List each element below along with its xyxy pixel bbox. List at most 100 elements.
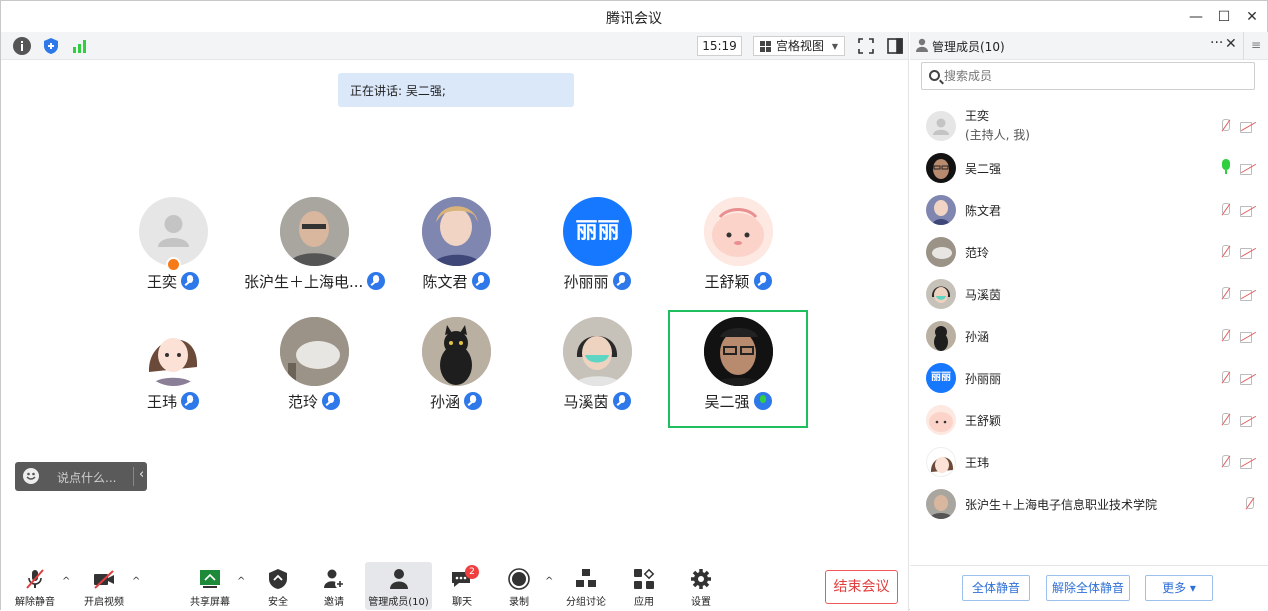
more-button[interactable]: 更多 ▾ bbox=[1145, 575, 1213, 601]
camera-off-icon[interactable] bbox=[1240, 247, 1256, 259]
chevron-up-icon[interactable]: ^ bbox=[237, 576, 245, 587]
quick-chat-box[interactable]: 说点什么... ‹ bbox=[15, 462, 147, 491]
unmute-button[interactable]: 解除静音 bbox=[9, 562, 61, 610]
fullscreen-icon[interactable] bbox=[857, 37, 875, 55]
mic-muted-icon bbox=[181, 272, 199, 290]
mic-off-icon[interactable] bbox=[1243, 497, 1255, 512]
camera-off-icon[interactable] bbox=[1240, 331, 1256, 343]
avatar bbox=[139, 197, 208, 266]
participant-tile[interactable]: 马溪茵 bbox=[527, 317, 667, 437]
start-video-button[interactable]: 开启视频 bbox=[81, 562, 127, 610]
participant-tile[interactable]: 王舒颖 bbox=[668, 197, 808, 317]
participant-tile[interactable]: 王玮 bbox=[103, 317, 243, 437]
member-row[interactable]: 张沪生＋上海电子信息职业技术学院 bbox=[910, 483, 1268, 525]
host-icon bbox=[166, 257, 181, 272]
member-row[interactable]: 范玲 bbox=[910, 231, 1268, 273]
chevron-up-icon[interactable]: ^ bbox=[545, 576, 553, 587]
maximize-button[interactable]: ☐ bbox=[1211, 6, 1237, 28]
member-row[interactable]: 吴二强 bbox=[910, 147, 1268, 189]
close-button[interactable]: ✕ bbox=[1239, 6, 1265, 28]
security-label: 安全 bbox=[268, 597, 288, 608]
minimize-button[interactable]: — bbox=[1183, 6, 1209, 28]
chat-input-placeholder[interactable]: 说点什么... bbox=[57, 469, 116, 486]
participant-tile[interactable]: 孙涵 bbox=[386, 317, 526, 437]
mute-all-button[interactable]: 全体静音 bbox=[962, 575, 1030, 601]
member-name: 王玮 bbox=[965, 456, 990, 470]
member-row[interactable]: 王玮 bbox=[910, 441, 1268, 483]
avatar bbox=[926, 153, 956, 183]
mic-off-icon[interactable] bbox=[1219, 329, 1231, 344]
participant-tile[interactable]: 陈文君 bbox=[386, 197, 526, 317]
member-row[interactable]: 孙涵 bbox=[910, 315, 1268, 357]
mic-off-icon[interactable] bbox=[1219, 371, 1231, 386]
view-mode-dropdown[interactable]: 宫格视图 ▼ bbox=[753, 36, 845, 56]
member-row[interactable]: 王舒颖 bbox=[910, 399, 1268, 441]
camera-off-icon[interactable] bbox=[1240, 205, 1256, 217]
unmute-all-button[interactable]: 解除全体静音 bbox=[1046, 575, 1130, 601]
avatar: 丽丽 bbox=[926, 363, 956, 393]
participant-name: 马溪茵 bbox=[563, 393, 609, 411]
camera-off-icon[interactable] bbox=[1240, 415, 1256, 427]
shield-icon bbox=[267, 568, 289, 590]
mic-off-icon[interactable] bbox=[1219, 413, 1231, 428]
security-button[interactable]: 安全 bbox=[261, 562, 295, 610]
mic-off-icon[interactable] bbox=[1219, 455, 1231, 470]
apps-icon bbox=[633, 568, 655, 590]
meeting-area: 15:19 宫格视图 ▼ 正在讲话: 吴二强; 王奕 张沪生＋上海电... 陈文… bbox=[1, 32, 909, 611]
invite-button[interactable]: 邀请 bbox=[317, 562, 351, 610]
member-name: 孙丽丽 bbox=[965, 372, 1002, 386]
avatar bbox=[563, 317, 632, 386]
shield-icon[interactable] bbox=[42, 37, 60, 55]
breakout-button[interactable]: 分组讨论 bbox=[564, 562, 608, 610]
camera-off-icon[interactable] bbox=[1240, 373, 1256, 385]
settings-button[interactable]: 设置 bbox=[684, 562, 718, 610]
info-icon[interactable] bbox=[13, 37, 31, 55]
mic-muted-icon bbox=[753, 272, 772, 290]
chat-button[interactable]: 2 聊天 bbox=[445, 562, 479, 610]
grid-view-icon bbox=[760, 41, 771, 52]
camera-off-icon[interactable] bbox=[1240, 121, 1256, 133]
member-row[interactable]: 王奕 (主持人, 我) bbox=[910, 105, 1268, 147]
member-search-box[interactable] bbox=[921, 62, 1255, 90]
mic-active-icon[interactable] bbox=[1222, 159, 1230, 174]
record-button[interactable]: 录制 bbox=[502, 562, 536, 610]
unmute-label: 解除静音 bbox=[15, 597, 55, 608]
camera-off-icon[interactable] bbox=[1240, 457, 1256, 469]
menu-icon[interactable]: ≡ bbox=[1243, 32, 1268, 60]
participant-tile[interactable]: 张沪生＋上海电... bbox=[244, 197, 386, 317]
breakout-label: 分组讨论 bbox=[566, 597, 606, 608]
chevron-up-icon[interactable]: ^ bbox=[132, 576, 140, 587]
apps-label: 应用 bbox=[634, 597, 654, 608]
member-name: 马溪茵 bbox=[965, 288, 1002, 302]
participant-tile[interactable]: 范玲 bbox=[244, 317, 384, 437]
member-name: 孙涵 bbox=[965, 330, 990, 344]
emoji-icon[interactable] bbox=[23, 468, 39, 484]
participant-name-line: 王舒颖 bbox=[668, 271, 808, 295]
mic-off-icon[interactable] bbox=[1219, 119, 1231, 134]
signal-icon[interactable] bbox=[71, 37, 89, 55]
close-icon[interactable]: ✕ bbox=[1225, 36, 1237, 52]
end-meeting-button[interactable]: 结束会议 bbox=[825, 570, 898, 604]
tencent-meeting-window: 腾讯会议 — ☐ ✕ 15:19 宫格视图 ▼ 正在讲话: 吴二强; 王奕 张沪… bbox=[0, 0, 1268, 611]
member-row[interactable]: 陈文君 bbox=[910, 189, 1268, 231]
camera-off-icon[interactable] bbox=[1240, 163, 1256, 175]
share-screen-button[interactable]: 共享屏幕 bbox=[186, 562, 234, 610]
participant-name: 陈文君 bbox=[422, 273, 468, 291]
members-panel-title: 管理成员(10) bbox=[932, 40, 1005, 54]
mic-off-icon[interactable] bbox=[1219, 287, 1231, 302]
camera-off-icon[interactable] bbox=[1240, 289, 1256, 301]
manage-members-button[interactable]: 管理成员(10) bbox=[365, 562, 432, 610]
more-options-icon[interactable]: ··· bbox=[1210, 35, 1223, 51]
member-search-input[interactable] bbox=[944, 67, 1244, 85]
member-row[interactable]: 丽丽 孙丽丽 bbox=[910, 357, 1268, 399]
avatar bbox=[926, 405, 956, 435]
participant-tile[interactable]: 丽丽 孙丽丽 bbox=[527, 197, 667, 317]
mic-off-icon[interactable] bbox=[1219, 245, 1231, 260]
mic-off-icon[interactable] bbox=[1219, 203, 1231, 218]
chevron-up-icon[interactable]: ^ bbox=[62, 576, 70, 587]
participant-name-line: 张沪生＋上海电... bbox=[244, 271, 386, 295]
collapse-icon[interactable]: ‹ bbox=[139, 467, 144, 482]
apps-button[interactable]: 应用 bbox=[627, 562, 661, 610]
sidebar-toggle-icon[interactable] bbox=[886, 37, 904, 55]
member-row[interactable]: 马溪茵 bbox=[910, 273, 1268, 315]
